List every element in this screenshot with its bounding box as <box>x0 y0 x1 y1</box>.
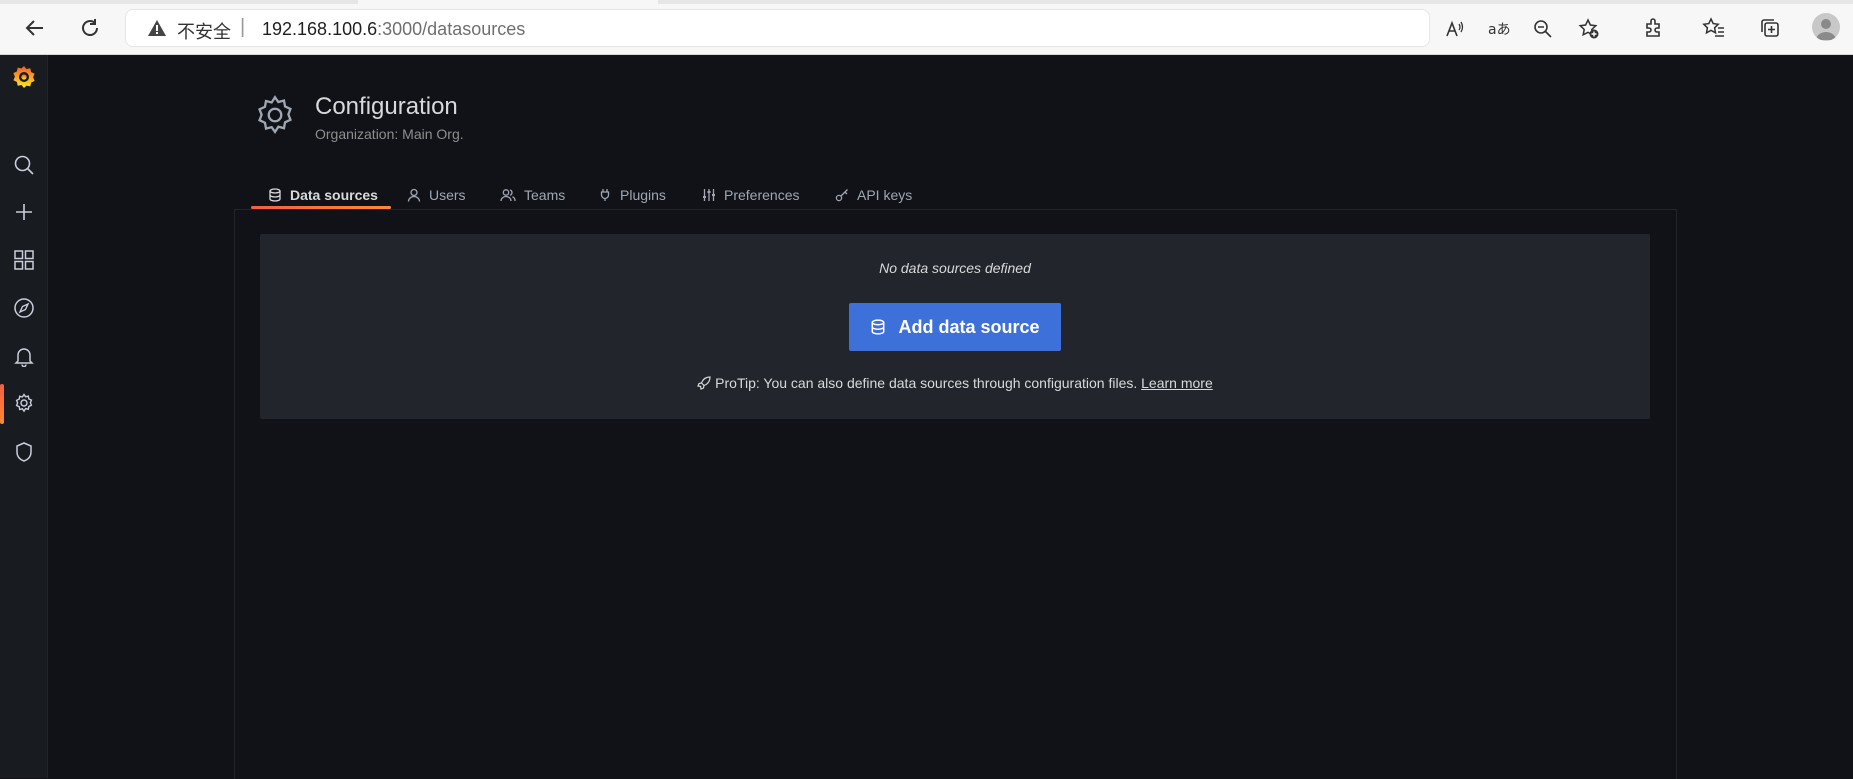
url-path: :3000/datasources <box>377 19 526 39</box>
sliders-icon <box>703 189 715 201</box>
grafana-logo <box>12 66 35 88</box>
database-icon <box>269 188 281 202</box>
favorites-button[interactable] <box>1698 12 1730 44</box>
tab-label: API keys <box>857 187 913 203</box>
add-favorite-button[interactable] <box>1577 17 1601 41</box>
empty-state-title: No data sources defined <box>879 260 1031 276</box>
zoom-out-icon <box>1534 20 1552 38</box>
browser-toolbar: 不安全 | 192.168.100.6:3000/datasources aあ <box>0 0 1853 55</box>
read-aloud-button[interactable] <box>1443 17 1467 41</box>
tab-api-keys[interactable]: API keys <box>835 180 912 210</box>
address-bar[interactable]: 不安全 | 192.168.100.6:3000/datasources aあ <box>125 9 1599 47</box>
tab-plugins[interactable]: Plugins <box>598 180 666 210</box>
search-icon <box>14 155 34 175</box>
tab-strip <box>0 0 1853 4</box>
sidebar-item-alerting[interactable] <box>0 336 47 376</box>
protip: ProTip: You can also define data sources… <box>260 375 1650 391</box>
collections-button[interactable] <box>1754 12 1786 44</box>
svg-text:aあ: aあ <box>1488 22 1510 38</box>
profile-button[interactable] <box>1812 13 1840 41</box>
refresh-icon <box>82 19 98 36</box>
sidebar-item-configuration[interactable] <box>0 384 47 424</box>
not-secure-label[interactable]: 不安全 <box>177 18 231 44</box>
grafana-home-link[interactable] <box>0 58 47 98</box>
warning-icon <box>148 20 166 36</box>
extensions-icon <box>1646 18 1660 37</box>
tab-preferences[interactable]: Preferences <box>702 180 799 210</box>
tab-users[interactable]: Users <box>407 180 466 210</box>
sidebar-item-dashboards[interactable] <box>0 240 47 280</box>
translate-icon: aあ <box>1488 22 1510 38</box>
protip-text: ProTip: You can also define data sources… <box>715 375 1138 391</box>
tab-label: Preferences <box>724 187 800 203</box>
zoom-out-button[interactable] <box>1531 17 1555 41</box>
page-subtitle: Organization: Main Org. <box>315 126 464 142</box>
read-aloud-icon <box>1446 20 1464 37</box>
collections-icon <box>1761 19 1779 37</box>
rocket-icon <box>697 376 711 390</box>
alerting-icon <box>13 348 34 367</box>
sidebar-item-explore[interactable] <box>0 288 47 328</box>
tab-label: Users <box>429 187 466 203</box>
profile-icon <box>1816 19 1836 40</box>
configuration-icon <box>15 393 32 413</box>
user-icon <box>407 188 421 202</box>
url-host: 192.168.100.6 <box>262 19 378 39</box>
back-button[interactable] <box>17 12 53 44</box>
favorites-icon <box>1702 17 1724 37</box>
learn-more-link[interactable]: Learn more <box>1141 375 1213 391</box>
users-icon <box>500 189 516 202</box>
add-favorite-icon <box>1578 18 1599 39</box>
server-admin-icon <box>15 442 32 462</box>
side-menu <box>0 55 48 778</box>
translate-button[interactable]: aあ <box>1487 17 1511 41</box>
configuration-header-icon <box>258 95 292 135</box>
empty-list-cta: No data sources defined Add data source … <box>260 234 1650 419</box>
dashboards-icon <box>13 250 34 270</box>
back-arrow-icon <box>25 20 43 36</box>
extensions-button[interactable] <box>1638 12 1670 44</box>
key-icon <box>835 189 848 202</box>
tab-label: Plugins <box>620 187 666 203</box>
plus-icon <box>15 204 32 220</box>
tab-teams[interactable]: Teams <box>500 180 565 210</box>
sidebar-item-search[interactable] <box>0 145 47 185</box>
tab-label: Teams <box>524 187 566 203</box>
address-divider: | <box>240 16 246 38</box>
sidebar-item-create[interactable] <box>0 192 47 232</box>
explore-icon <box>13 298 34 318</box>
tab-label: Data sources <box>290 187 378 203</box>
sidebar-item-server-admin[interactable] <box>0 432 47 472</box>
page-title: Configuration <box>315 93 458 120</box>
url-text[interactable]: 192.168.100.6:3000/datasources <box>262 19 525 40</box>
add-data-source-button[interactable]: Add data source <box>849 303 1061 351</box>
active-browser-tab[interactable] <box>358 0 658 4</box>
plug-icon <box>600 189 610 201</box>
database-icon <box>872 319 885 335</box>
refresh-button[interactable] <box>72 12 108 44</box>
add-data-source-label: Add data source <box>898 316 1040 337</box>
